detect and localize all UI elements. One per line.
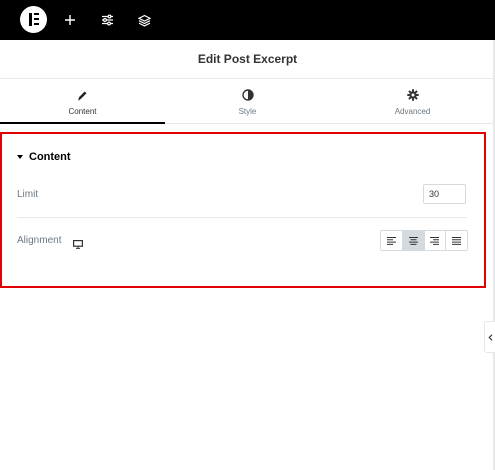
divider (17, 217, 467, 218)
content-section: Content Limit Alignment (0, 132, 486, 288)
align-right-icon (430, 236, 440, 245)
align-justify-icon (452, 236, 462, 245)
align-left-icon (386, 236, 396, 245)
align-center-icon (408, 236, 418, 245)
layers-icon[interactable] (132, 8, 156, 32)
align-left-button[interactable] (381, 231, 403, 250)
gear-icon (406, 88, 420, 102)
align-justify-button[interactable] (446, 231, 467, 250)
alignment-label: Alignment (17, 235, 62, 246)
align-center-button[interactable] (402, 231, 425, 250)
tab-advanced[interactable]: Advanced (330, 80, 495, 123)
alignment-control (380, 230, 468, 251)
tab-label: Advanced (394, 107, 431, 116)
sliders-icon[interactable] (95, 8, 119, 32)
section-title: Content (29, 151, 71, 163)
caret-down-icon (17, 155, 23, 159)
desktop-icon[interactable] (73, 236, 84, 249)
chevron-left-icon (487, 333, 492, 341)
half-circle-icon (241, 88, 255, 102)
tab-label: Style (238, 107, 257, 116)
plus-icon[interactable] (58, 8, 82, 32)
top-toolbar (0, 0, 495, 40)
panel-tabs: Content Style Advanced (0, 80, 495, 124)
pencil-icon (76, 88, 90, 102)
panel-header: Edit Post Excerpt (0, 40, 495, 79)
tab-content[interactable]: Content (0, 80, 165, 124)
align-right-button[interactable] (424, 231, 447, 250)
collapse-panel-button[interactable] (484, 321, 495, 353)
tab-style[interactable]: Style (165, 80, 330, 123)
elementor-logo-icon[interactable] (20, 6, 47, 33)
section-toggle[interactable]: Content (17, 151, 71, 163)
tab-label: Content (68, 107, 97, 116)
panel-title: Edit Post Excerpt (197, 52, 298, 66)
limit-label: Limit (17, 189, 39, 200)
limit-input[interactable] (423, 184, 466, 204)
